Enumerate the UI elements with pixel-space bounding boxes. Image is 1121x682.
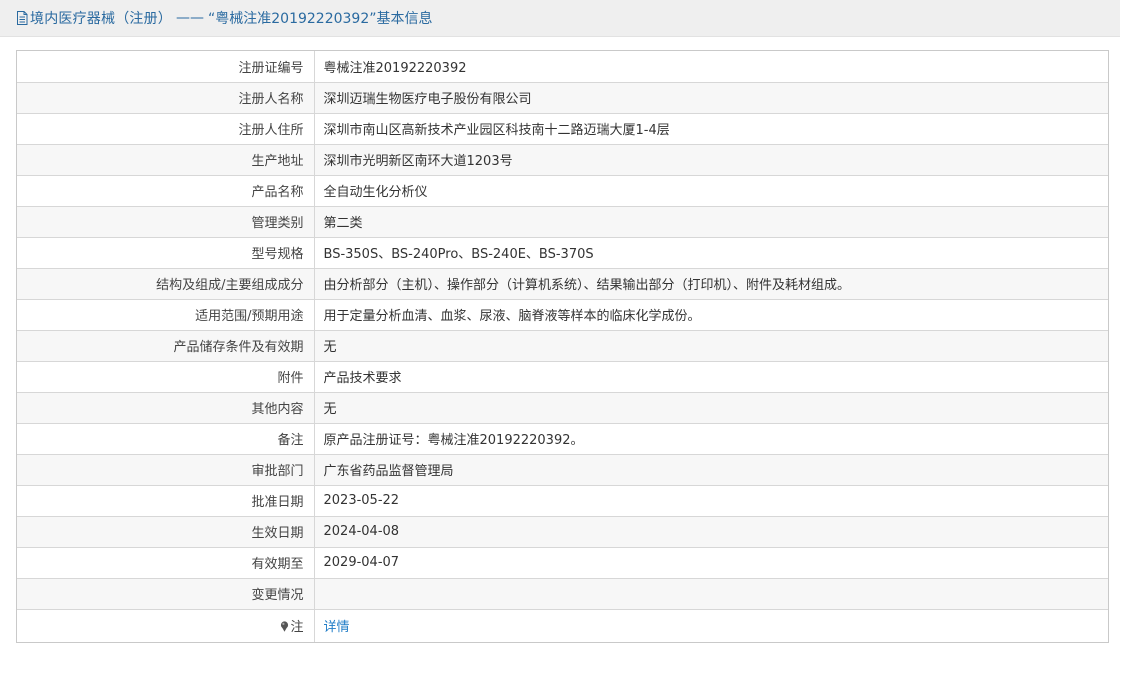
field-label: 结构及组成/主要组成成分	[17, 268, 315, 300]
field-label: 其他内容	[17, 392, 315, 424]
field-label: 变更情况	[17, 578, 315, 610]
field-value: 原产品注册证号：粤械注准20192220392。	[314, 423, 1108, 455]
field-value: 用于定量分析血清、血浆、尿液、脑脊液等样本的临床化学成份。	[314, 299, 1108, 331]
note-label: 注	[290, 620, 304, 636]
field-value: 第二类	[314, 206, 1108, 238]
field-value: 产品技术要求	[314, 361, 1108, 393]
field-value: 深圳市南山区高新技术产业园区科技南十二路迈瑞大厦1-4层	[314, 113, 1108, 145]
note-row: 注 详情	[17, 609, 1108, 642]
panel-header: 境内医疗器械（注册） —— “粤械注准20192220392”基本信息	[0, 0, 1120, 37]
field-value: 深圳迈瑞生物医疗电子股份有限公司	[314, 82, 1108, 114]
field-label: 有效期至	[17, 547, 315, 579]
table-row: 批准日期 2023-05-22	[17, 485, 1108, 517]
table-row: 型号规格 BS-350S、BS-240Pro、BS-240E、BS-370S	[17, 237, 1108, 269]
table-row: 注册人名称 深圳迈瑞生物医疗电子股份有限公司	[17, 82, 1108, 114]
document-icon	[17, 11, 28, 25]
page-title: 境内医疗器械（注册）	[30, 11, 172, 27]
field-value: 2024-04-08	[314, 516, 1108, 548]
table-row: 生产地址 深圳市光明新区南环大道1203号	[17, 144, 1108, 176]
table-row: 审批部门 广东省药品监督管理局	[17, 454, 1108, 486]
field-label: 附件	[17, 361, 315, 393]
field-value: BS-350S、BS-240Pro、BS-240E、BS-370S	[314, 237, 1108, 269]
field-label: 型号规格	[17, 237, 315, 269]
title-separator: ——	[176, 10, 204, 26]
table-row: 附件 产品技术要求	[17, 361, 1108, 393]
table-row: 其他内容 无	[17, 392, 1108, 424]
table-row: 有效期至 2029-04-07	[17, 547, 1108, 579]
table-row: 生效日期 2024-04-08	[17, 516, 1108, 548]
field-label: 备注	[17, 423, 315, 455]
table-row: 结构及组成/主要组成成分 由分析部分（主机）、操作部分（计算机系统）、结果输出部…	[17, 268, 1108, 300]
note-value-cell: 详情	[314, 609, 1108, 642]
field-label: 注册人名称	[17, 82, 315, 114]
info-table: 注册证编号 粤械注准20192220392 注册人名称 深圳迈瑞生物医疗电子股份…	[17, 51, 1108, 642]
info-table-container: 注册证编号 粤械注准20192220392 注册人名称 深圳迈瑞生物医疗电子股份…	[16, 50, 1109, 643]
field-value: 2023-05-22	[314, 485, 1108, 517]
field-value: 全自动生化分析仪	[314, 175, 1108, 207]
table-row: 注册人住所 深圳市南山区高新技术产业园区科技南十二路迈瑞大厦1-4层	[17, 113, 1108, 145]
map-pin-icon	[281, 621, 289, 633]
table-row: 产品名称 全自动生化分析仪	[17, 175, 1108, 207]
table-row: 变更情况	[17, 578, 1108, 610]
field-label: 注册人住所	[17, 113, 315, 145]
note-label-cell: 注	[17, 609, 315, 642]
field-value: 由分析部分（主机）、操作部分（计算机系统）、结果输出部分（打印机）、附件及耗材组…	[314, 268, 1108, 300]
detail-panel: 境内医疗器械（注册） —— “粤械注准20192220392”基本信息 注册证编…	[0, 0, 1120, 680]
details-link[interactable]: 详情	[324, 620, 350, 635]
field-label: 生产地址	[17, 144, 315, 176]
field-value: 无	[314, 392, 1108, 424]
field-value: 广东省药品监督管理局	[314, 454, 1108, 486]
field-value: 粤械注准20192220392	[314, 51, 1108, 83]
field-label: 产品储存条件及有效期	[17, 330, 315, 362]
table-row: 管理类别 第二类	[17, 206, 1108, 238]
table-row: 注册证编号 粤械注准20192220392	[17, 51, 1108, 83]
table-row: 备注 原产品注册证号：粤械注准20192220392。	[17, 423, 1108, 455]
field-value: 无	[314, 330, 1108, 362]
page-subtitle: “粤械注准20192220392”基本信息	[208, 11, 433, 27]
field-label: 管理类别	[17, 206, 315, 238]
field-value: 深圳市光明新区南环大道1203号	[314, 144, 1108, 176]
table-row: 适用范围/预期用途 用于定量分析血清、血浆、尿液、脑脊液等样本的临床化学成份。	[17, 299, 1108, 331]
field-label: 批准日期	[17, 485, 315, 517]
field-label: 产品名称	[17, 175, 315, 207]
field-label: 审批部门	[17, 454, 315, 486]
field-value	[314, 578, 1108, 610]
table-row: 产品储存条件及有效期 无	[17, 330, 1108, 362]
field-label: 注册证编号	[17, 51, 315, 83]
field-value: 2029-04-07	[314, 547, 1108, 579]
field-label: 生效日期	[17, 516, 315, 548]
field-label: 适用范围/预期用途	[17, 299, 315, 331]
